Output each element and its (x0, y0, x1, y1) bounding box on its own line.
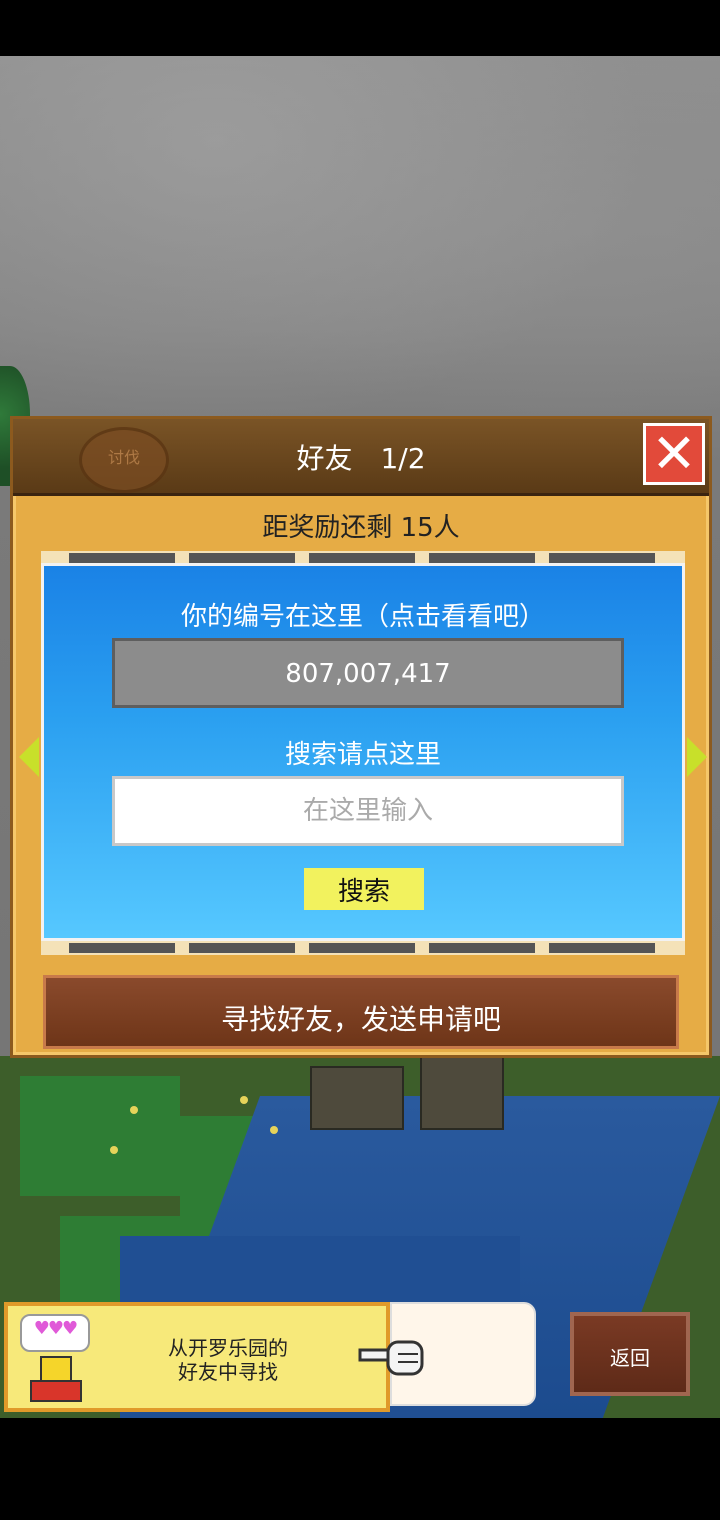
pointing-hand-icon (358, 1340, 424, 1376)
status-bar (0, 0, 720, 56)
banner-text: 从开罗乐园的 好友中寻找 (138, 1336, 318, 1384)
robot-head (40, 1356, 72, 1382)
dialog-title: 好友 1/2 (296, 442, 426, 475)
flower-sprite (130, 1106, 138, 1114)
your-id-box[interactable]: 807,007,417 (112, 638, 624, 708)
back-button-label: 返回 (610, 1346, 650, 1370)
friend-slot (189, 943, 295, 953)
friend-slot (429, 553, 535, 563)
reward-remaining-text: 距奖励还剩 15人 (262, 513, 460, 543)
banner-text-line2: 好友中寻找 (178, 1360, 278, 1384)
kairo-friends-banner[interactable]: ♥♥♥ 从开罗乐园的 好友中寻找 (4, 1302, 390, 1412)
flower-sprite (110, 1146, 118, 1154)
friend-slot (549, 553, 655, 563)
friend-slot (69, 943, 175, 953)
kairobot-mascot-icon: ♥♥♥ (16, 1314, 94, 1402)
building-sprite (420, 1056, 504, 1130)
friend-slot (549, 943, 655, 953)
hearts-icon: ♥♥♥ (33, 1318, 78, 1339)
fog-overlay (0, 56, 720, 476)
close-button[interactable]: ✕ (643, 423, 705, 485)
robot-body (30, 1380, 82, 1402)
back-button[interactable]: 返回 (570, 1312, 690, 1396)
close-icon: ✕ (651, 422, 697, 485)
dialog-header: 讨伐 好友 1/2 ✕ (13, 419, 709, 496)
find-friends-button[interactable]: 寻找好友，发送申请吧 (43, 975, 679, 1049)
friend-slot (429, 943, 535, 953)
friend-id-panel: 你的编号在这里（点击看看吧） 807,007,417 搜索请点这里 搜索 (41, 563, 685, 941)
search-label: 搜索请点这里 (284, 740, 441, 770)
navigation-bar (0, 1418, 720, 1520)
friend-slot (69, 553, 175, 563)
friend-slot-row-bottom (41, 941, 685, 955)
friend-search-input[interactable] (112, 776, 624, 846)
friends-dialog: 讨伐 好友 1/2 ✕ 距奖励还剩 15人 你的编号在这里（点击看看吧） 807… (10, 416, 712, 1058)
search-button[interactable]: 搜索 (304, 868, 424, 910)
speech-bubble-icon: ♥♥♥ (20, 1314, 90, 1352)
building-sprite (310, 1066, 404, 1130)
grass-patch (20, 1076, 180, 1196)
friend-slot (189, 553, 295, 563)
find-friends-label: 寻找好友，发送申请吧 (220, 1003, 501, 1036)
your-id-value: 807,007,417 (285, 659, 451, 689)
next-page-arrow-icon[interactable] (687, 737, 707, 777)
friend-slot (309, 943, 415, 953)
banner-text-line1: 从开罗乐园的 (168, 1336, 288, 1360)
your-id-label[interactable]: 你的编号在这里（点击看看吧） (44, 596, 682, 633)
friend-slot (309, 553, 415, 563)
flower-sprite (240, 1096, 248, 1104)
flower-sprite (270, 1126, 278, 1134)
prev-page-arrow-icon[interactable] (19, 737, 39, 777)
